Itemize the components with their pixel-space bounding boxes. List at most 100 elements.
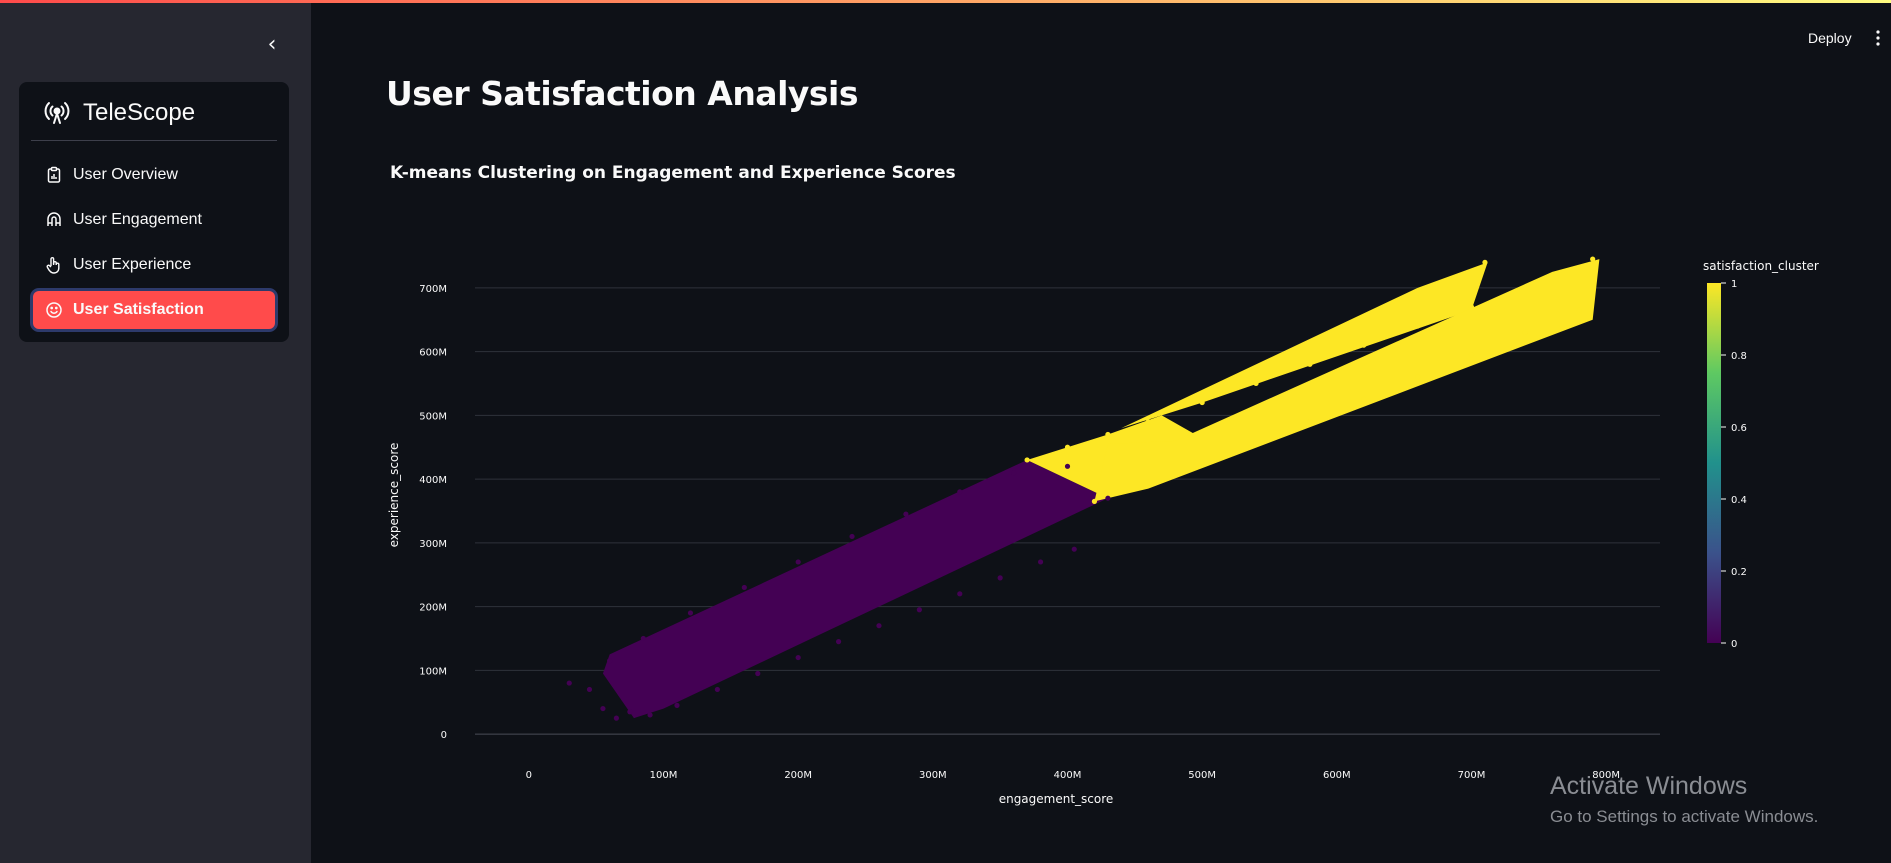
cluster-bands bbox=[602, 259, 1600, 719]
x-tick-label: 500M bbox=[1188, 770, 1216, 781]
scatter-point-cluster-0 bbox=[741, 584, 747, 591]
scatter-point-cluster-0 bbox=[1071, 546, 1077, 552]
colorbar-tick-label: 0 bbox=[1731, 639, 1737, 650]
colorbar-title: satisfaction_cluster bbox=[1703, 259, 1819, 273]
scatter-point-cluster-1 bbox=[1576, 307, 1582, 313]
scatter-point-cluster-1 bbox=[1105, 431, 1111, 438]
nav-item-label: User Overview bbox=[73, 166, 178, 183]
x-tick-label: 200M bbox=[784, 770, 812, 781]
colorbar-ticks: 0 0.2 0.4 0.6 0.8 1 bbox=[1721, 279, 1747, 650]
nav-item-user-experience[interactable]: User Experience bbox=[33, 246, 275, 284]
scatter-point-cluster-0 bbox=[957, 489, 963, 495]
nav-item-label: User Satisfaction bbox=[73, 301, 204, 318]
scatter-point-cluster-0 bbox=[876, 623, 882, 629]
collapse-sidebar-button[interactable]: ‹ bbox=[262, 33, 282, 57]
chevron-left-icon: ‹ bbox=[267, 32, 277, 57]
scatter-point-cluster-1 bbox=[1307, 361, 1313, 367]
y-tick-label: 0 bbox=[441, 730, 447, 741]
colorbar-tick-label: 1 bbox=[1731, 279, 1737, 290]
scatter-point-cluster-0 bbox=[916, 607, 922, 613]
y-tick-label: 500M bbox=[419, 411, 447, 422]
scatter-point-cluster-1 bbox=[1253, 380, 1259, 387]
scatter-point-cluster-0 bbox=[627, 709, 633, 715]
y-tick-label: 700M bbox=[419, 284, 447, 295]
watermark-subtitle: Go to Settings to activate Windows. bbox=[1550, 807, 1819, 826]
scatter-point-cluster-0 bbox=[795, 654, 801, 661]
scatter-point-cluster-0 bbox=[795, 559, 801, 565]
colorbar-tick-label: 0.4 bbox=[1731, 495, 1747, 506]
colorbar-tick-label: 0.8 bbox=[1731, 351, 1747, 362]
scatter-point-cluster-0 bbox=[586, 686, 593, 693]
nav-item-user-satisfaction[interactable]: User Satisfaction bbox=[33, 291, 275, 329]
pointer-hand-icon bbox=[46, 257, 60, 274]
scatter-point-cluster-0 bbox=[613, 715, 619, 721]
page-title: User Satisfaction Analysis bbox=[386, 74, 859, 113]
y-tick-label: 400M bbox=[419, 475, 447, 486]
watermark-title: Activate Windows bbox=[1550, 772, 1748, 800]
scatter-point-cluster-0 bbox=[566, 680, 572, 686]
brand-name: TeleScope bbox=[83, 99, 196, 126]
x-tick-label: 700M bbox=[1458, 770, 1486, 781]
y-tick-label: 300M bbox=[419, 539, 447, 550]
scatter-point-cluster-1 bbox=[1468, 352, 1475, 358]
x-tick-label: 100M bbox=[650, 770, 678, 781]
colorbar-tick-label: 0.6 bbox=[1731, 423, 1747, 434]
scatter-point-cluster-1 bbox=[1064, 444, 1071, 450]
scatter-point-cluster-0 bbox=[903, 511, 909, 517]
x-axis-label: engagement_score bbox=[999, 792, 1114, 806]
scatter-chart: K-means Clustering on Engagement and Exp… bbox=[387, 163, 1819, 806]
nav-item-label: User Engagement bbox=[73, 211, 202, 228]
scatter-point-cluster-0 bbox=[714, 686, 720, 693]
more-options-icon[interactable] bbox=[1872, 28, 1884, 48]
scatter-point-cluster-1 bbox=[1024, 457, 1030, 463]
y-tick-label: 100M bbox=[419, 666, 447, 677]
scatter-point-cluster-0 bbox=[607, 658, 613, 664]
colorbar bbox=[1707, 283, 1721, 643]
scatter-point-cluster-0 bbox=[687, 610, 694, 616]
scatter-point-cluster-1 bbox=[1145, 419, 1151, 425]
magnet-icon bbox=[47, 212, 61, 226]
x-tick-label: 0 bbox=[526, 770, 532, 781]
scatter-point-cluster-0 bbox=[997, 575, 1003, 581]
scatter-point-cluster-1 bbox=[1091, 498, 1098, 504]
deploy-button[interactable]: Deploy bbox=[1808, 30, 1852, 46]
scatter-point-cluster-1 bbox=[1361, 342, 1367, 348]
scatter-point-cluster-1 bbox=[1253, 441, 1259, 447]
scatter-point-cluster-1 bbox=[1361, 396, 1367, 402]
scatter-point-cluster-0 bbox=[849, 533, 855, 540]
y-axis-ticks: 0 100M 200M 300M 400M 500M 600M 700M bbox=[419, 284, 447, 741]
smile-icon bbox=[46, 302, 62, 318]
cluster-1-lower-band bbox=[1094, 259, 1600, 502]
scatter-point-cluster-1 bbox=[1468, 304, 1475, 310]
scatter-point-cluster-1 bbox=[1199, 399, 1205, 406]
chart-title: K-means Clustering on Engagement and Exp… bbox=[390, 163, 956, 183]
scatter-point-cluster-0 bbox=[647, 712, 653, 718]
scatter-point-cluster-1 bbox=[1415, 374, 1421, 380]
broadcast-icon bbox=[44, 102, 70, 124]
brand: TeleScope bbox=[43, 98, 195, 128]
scatter-point-cluster-0 bbox=[1037, 559, 1044, 565]
scatter-point-cluster-1 bbox=[1199, 460, 1205, 466]
divider bbox=[31, 140, 277, 141]
scatter-point-cluster-0 bbox=[835, 639, 842, 645]
scatter-point-cluster-1 bbox=[1145, 479, 1151, 485]
scatter-point-cluster-0 bbox=[674, 702, 680, 708]
sidebar: ‹ TeleScope User Overview User Engagemen… bbox=[0, 3, 311, 863]
y-axis-label: experience_score bbox=[387, 443, 401, 548]
scatter-point-cluster-1 bbox=[1307, 419, 1313, 425]
nav-menu: TeleScope User Overview User Engagement bbox=[19, 82, 289, 342]
x-tick-label: 300M bbox=[919, 770, 947, 781]
scatter-point-cluster-0 bbox=[755, 670, 761, 677]
y-tick-label: 200M bbox=[419, 603, 447, 614]
scatter-point-cluster-0 bbox=[1064, 463, 1071, 469]
x-axis-ticks: 0 100M 200M 300M 400M 500M 600M 700M 800M bbox=[526, 770, 1620, 781]
activation-watermark: Activate Windows Go to Settings to activ… bbox=[1550, 772, 1818, 827]
nav-item-user-overview[interactable]: User Overview bbox=[33, 156, 275, 194]
scatter-point-cluster-1 bbox=[1590, 256, 1596, 262]
colorbar-tick-label: 0.2 bbox=[1731, 567, 1747, 578]
y-tick-label: 600M bbox=[419, 348, 447, 359]
scatter-point-cluster-1 bbox=[1482, 259, 1488, 265]
scatter-point-cluster-1 bbox=[1415, 323, 1421, 329]
nav-item-user-engagement[interactable]: User Engagement bbox=[33, 201, 275, 239]
scatter-point-cluster-0 bbox=[600, 705, 606, 712]
